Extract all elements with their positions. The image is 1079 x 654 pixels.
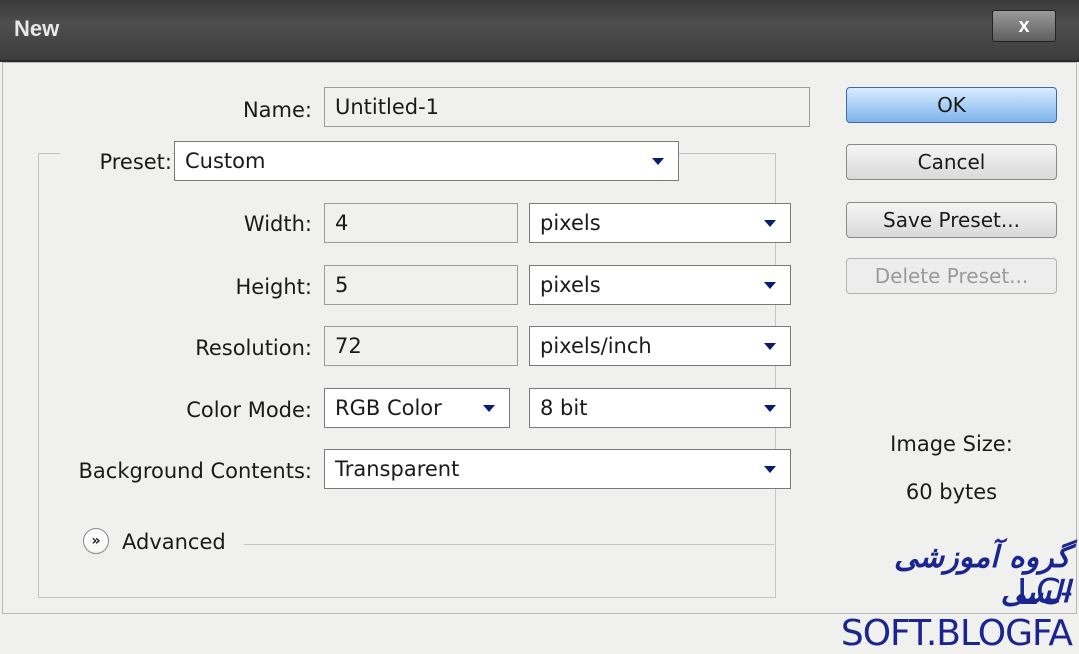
background-contents-value: Transparent	[335, 457, 460, 481]
title-bar: New x	[0, 0, 1079, 62]
height-unit-dropdown[interactable]: pixels	[529, 265, 791, 305]
chevron-down-icon	[764, 466, 776, 473]
width-label: Width:	[243, 212, 312, 236]
height-label: Height:	[235, 275, 313, 299]
chevron-down-icon	[652, 158, 664, 165]
height-unit-value: pixels	[540, 273, 601, 297]
height-input[interactable]: 5	[324, 265, 518, 305]
ok-button[interactable]: OK	[846, 87, 1057, 123]
resolution-label: Resolution:	[195, 336, 312, 360]
delete-preset-button: Delete Preset...	[846, 258, 1057, 294]
save-preset-button[interactable]: Save Preset...	[846, 202, 1057, 238]
image-size-label: Image Size:	[890, 432, 1013, 456]
chevron-down-icon	[764, 343, 776, 350]
name-input[interactable]: Untitled-1	[324, 87, 810, 127]
image-size-value: 60 bytes	[905, 480, 998, 504]
close-button[interactable]: x	[992, 10, 1056, 42]
width-unit-dropdown[interactable]: pixels	[529, 203, 791, 243]
resolution-unit-dropdown[interactable]: pixels/inch	[529, 326, 791, 366]
advanced-divider	[244, 544, 774, 545]
chevron-down-icon	[764, 220, 776, 227]
chevron-down-icon	[483, 405, 495, 412]
expand-advanced-icon[interactable]: »	[83, 528, 109, 554]
preset-dropdown[interactable]: Custom	[174, 141, 679, 181]
width-unit-value: pixels	[540, 211, 601, 235]
name-label: Name:	[242, 98, 312, 122]
watermark-english: LC-SOFT.BLOGFA	[840, 572, 1073, 654]
background-contents-dropdown[interactable]: Transparent	[324, 449, 791, 489]
preset-value: Custom	[185, 149, 266, 173]
preset-label: Preset:	[60, 150, 172, 174]
width-input[interactable]: 4	[324, 203, 518, 243]
resolution-input[interactable]: 72	[324, 326, 518, 366]
dialog-title: New	[14, 16, 60, 41]
bit-depth-dropdown[interactable]: 8 bit	[529, 388, 791, 428]
chevron-down-icon	[764, 405, 776, 412]
cancel-button[interactable]: Cancel	[846, 144, 1057, 180]
color-mode-label: Color Mode:	[186, 398, 312, 422]
bit-depth-value: 8 bit	[540, 396, 588, 420]
resolution-unit-value: pixels/inch	[540, 334, 652, 358]
advanced-label[interactable]: Advanced	[122, 530, 226, 554]
background-contents-label: Background Contents:	[78, 459, 313, 483]
color-mode-value: RGB Color	[335, 396, 442, 420]
color-mode-dropdown[interactable]: RGB Color	[324, 388, 510, 428]
chevron-down-icon	[764, 282, 776, 289]
